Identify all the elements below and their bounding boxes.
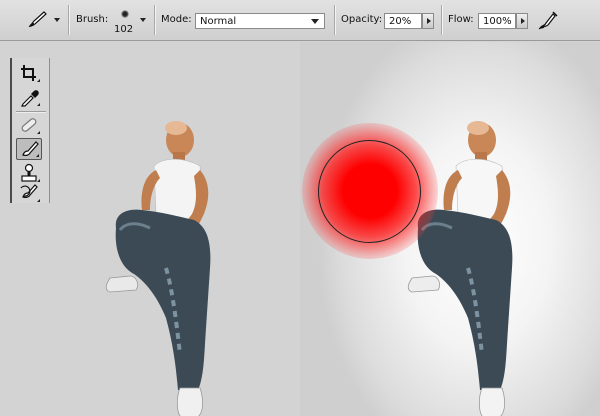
tools-panel — [10, 58, 50, 203]
opacity-slider-button[interactable] — [422, 13, 434, 29]
flyout-triangle-icon — [37, 79, 40, 82]
brush-preset-picker[interactable]: 102 — [112, 5, 138, 37]
history-brush-tool-button[interactable] — [16, 182, 42, 204]
divider — [334, 5, 335, 35]
brush-tool-icon — [28, 11, 47, 27]
clone-stamp-tool-button[interactable] — [16, 162, 42, 184]
divider — [441, 5, 442, 35]
airbrush-toggle[interactable] — [536, 8, 560, 32]
opacity-input[interactable]: 20% — [384, 13, 422, 29]
brush-dropdown-chevron-icon[interactable] — [140, 18, 146, 22]
flow-value: 100% — [483, 16, 512, 27]
flyout-triangle-icon — [36, 154, 39, 157]
mode-label: Mode: — [161, 14, 192, 25]
brush-cursor — [318, 140, 421, 243]
eyedropper-tool-button[interactable] — [16, 86, 42, 108]
flow-slider-button[interactable] — [516, 13, 528, 29]
brush-label: Brush: — [76, 14, 109, 25]
opacity-value: 20% — [389, 16, 412, 27]
mode-select[interactable]: Normal — [195, 13, 325, 29]
flyout-triangle-icon — [37, 131, 40, 134]
mode-value: Normal — [200, 16, 237, 27]
flyout-triangle-icon — [37, 199, 40, 202]
divider — [68, 5, 69, 35]
flow-label: Flow: — [448, 14, 474, 25]
chevron-down-icon — [54, 18, 60, 22]
chevron-down-icon — [311, 19, 319, 24]
flyout-triangle-icon — [37, 103, 40, 106]
healing-brush-tool-button[interactable] — [16, 114, 42, 136]
opacity-label: Opacity: — [341, 14, 383, 25]
brush-size-value: 102 — [114, 24, 134, 35]
tool-preset-picker[interactable] — [22, 9, 60, 31]
divider — [16, 111, 46, 112]
dancer-photo-before — [105, 121, 211, 416]
document-canvas[interactable] — [0, 42, 600, 416]
divider — [154, 5, 155, 35]
brush-tip-icon — [121, 10, 129, 18]
options-bar: Brush: 102 Mode: Normal Opacity: 20% Flo… — [0, 0, 600, 41]
flow-input[interactable]: 100% — [478, 13, 516, 29]
airbrush-icon — [538, 11, 558, 30]
brush-tool-button[interactable] — [16, 138, 42, 160]
crop-tool-button[interactable] — [16, 62, 42, 84]
